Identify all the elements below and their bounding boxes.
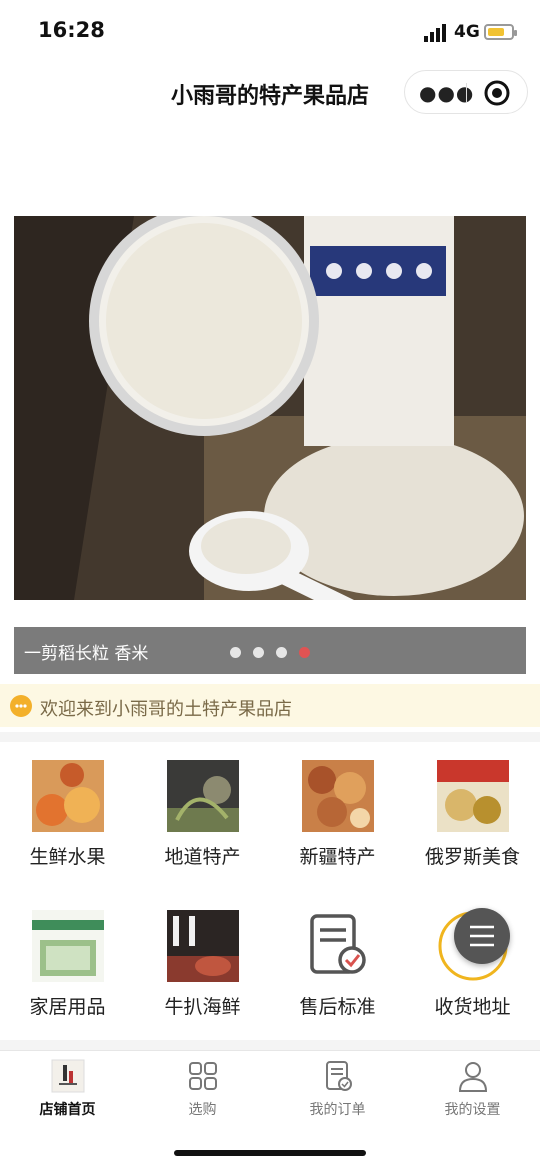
banner-caption-bar: 一剪稻长粒 香米	[14, 627, 526, 674]
tab-my-settings[interactable]: 我的设置	[405, 1055, 540, 1125]
category-home-goods[interactable]: 家居用品	[0, 910, 135, 1020]
battery-icon	[484, 24, 517, 40]
notice-bar: 欢迎来到小雨哥的土特产果品店	[0, 684, 540, 727]
store-logo-icon	[51, 1059, 85, 1093]
category-label: 家居用品	[29, 996, 106, 1018]
carousel-dot-3[interactable]	[276, 647, 287, 658]
home-goods-thumbnail	[32, 910, 104, 982]
category-russian-food[interactable]: 俄罗斯美食	[405, 760, 540, 870]
category-after-sales[interactable]: 售后标准	[270, 910, 405, 1020]
rice-photo	[14, 216, 526, 600]
signal-icon	[424, 24, 446, 42]
category-label: 新疆特产	[299, 846, 376, 868]
banner-caption: 一剪稻长粒 香米	[24, 644, 149, 664]
carousel-dot-1[interactable]	[230, 647, 241, 658]
hamburger-icon	[470, 925, 494, 947]
network-type: 4G	[454, 22, 480, 42]
fresh-fruit-thumbnail	[32, 760, 104, 832]
category-label: 牛扒海鲜	[164, 996, 241, 1018]
tab-store-home[interactable]: 店铺首页	[0, 1055, 135, 1125]
more-icon[interactable]: ●●●	[419, 83, 473, 103]
category-label: 生鲜水果	[29, 846, 106, 868]
category-label: 地道特产	[164, 846, 241, 868]
tab-shop[interactable]: 选购	[135, 1055, 270, 1125]
carousel-dot-2[interactable]	[253, 647, 264, 658]
category-fresh-fruit[interactable]: 生鲜水果	[0, 760, 135, 870]
close-miniprogram-icon[interactable]	[483, 79, 511, 107]
order-list-icon	[326, 1061, 352, 1091]
russian-food-thumbnail	[437, 760, 509, 832]
capsule-divider	[466, 83, 467, 103]
tab-my-orders[interactable]: 我的订单	[270, 1055, 405, 1125]
grid-icon	[189, 1062, 217, 1090]
home-indicator	[174, 1150, 366, 1156]
tab-label: 选购	[188, 1102, 217, 1118]
banner-image[interactable]	[14, 216, 526, 600]
section-divider	[0, 732, 540, 742]
mini-program-capsule: ●●●	[404, 70, 528, 114]
user-icon	[458, 1062, 488, 1092]
tab-label: 店铺首页	[39, 1102, 96, 1118]
speech-bubble-icon	[10, 695, 32, 717]
floating-menu-button[interactable]	[454, 908, 510, 964]
steak-seafood-thumbnail	[167, 910, 239, 982]
status-time: 16:28	[38, 18, 105, 42]
xinjiang-specialty-thumbnail	[302, 760, 374, 832]
category-local-specialty[interactable]: 地道特产	[135, 760, 270, 870]
tab-label: 我的设置	[444, 1102, 501, 1118]
category-steak-seafood[interactable]: 牛扒海鲜	[135, 910, 270, 1020]
carousel-dot-4-active[interactable]	[299, 647, 310, 658]
after-sales-icon	[302, 910, 374, 982]
category-label: 售后标准	[299, 996, 376, 1018]
local-specialty-thumbnail	[167, 760, 239, 832]
category-xinjiang-specialty[interactable]: 新疆特产	[270, 760, 405, 870]
section-divider	[0, 1040, 540, 1050]
category-label: 俄罗斯美食	[424, 846, 520, 868]
tab-label: 我的订单	[309, 1102, 366, 1118]
category-label: 收货地址	[434, 996, 511, 1018]
notice-text: 欢迎来到小雨哥的土特产果品店	[40, 699, 292, 720]
